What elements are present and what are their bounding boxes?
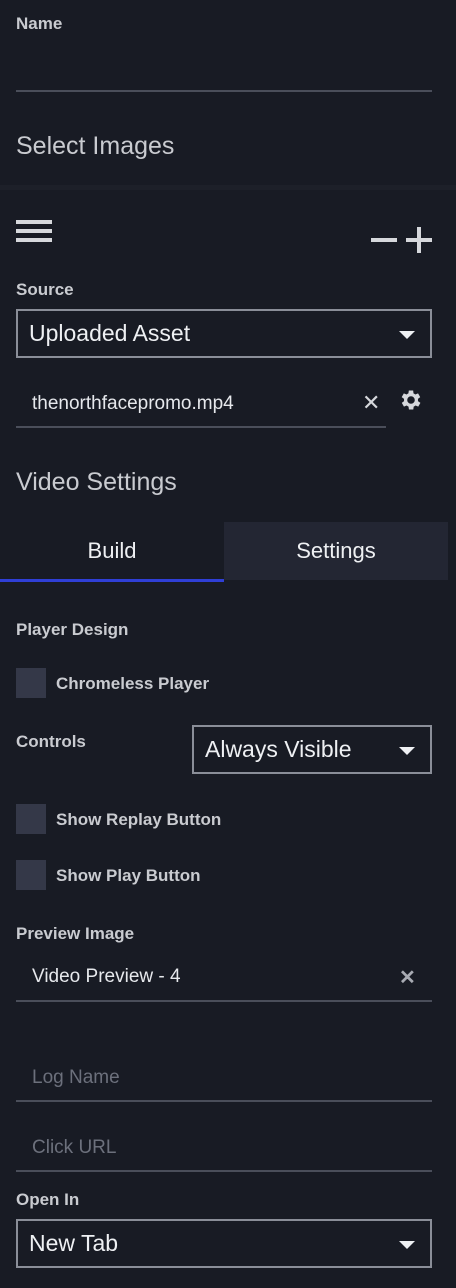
video-settings-title: Video Settings [16,468,177,496]
open-in-select[interactable]: New Tab [16,1219,432,1268]
tab-settings[interactable]: Settings [224,522,448,580]
close-icon[interactable]: ✕ [399,965,416,990]
close-icon[interactable]: ✕ [362,390,380,416]
open-in-selected-value: New Tab [29,1230,119,1256]
log-name-placeholder: Log Name [32,1067,120,1088]
controls-selected-value: Always Visible [205,736,352,762]
open-in-label: Open In [16,1190,80,1209]
log-name-input[interactable]: Log Name [16,1054,432,1102]
controls-select[interactable]: Always Visible [192,725,432,774]
hamburger-icon[interactable] [16,220,52,244]
preview-image-label: Preview Image [16,924,135,943]
click-url-input[interactable]: Click URL [16,1124,432,1172]
select-images-title: Select Images [16,132,175,160]
chromeless-label: Chromeless Player [56,674,210,693]
chevron-down-icon [399,746,415,755]
tab-settings-label: Settings [296,538,376,563]
click-url-placeholder: Click URL [32,1137,117,1158]
player-design-label: Player Design [16,620,129,639]
replay-checkbox[interactable] [16,804,46,834]
gear-icon[interactable] [398,387,424,413]
minus-icon[interactable] [371,227,397,253]
section-divider [0,185,456,190]
name-input[interactable] [16,40,432,92]
asset-filename: thenorthfacepromo.mp4 [32,393,234,414]
source-label: Source [16,280,74,299]
controls-label: Controls [16,732,86,751]
play-checkbox[interactable] [16,860,46,890]
tab-build-label: Build [87,537,137,563]
chromeless-checkbox[interactable] [16,668,46,698]
source-selected-value: Uploaded Asset [29,320,191,346]
asset-field: thenorthfacepromo.mp4 ✕ [16,380,386,428]
plus-icon[interactable] [406,227,432,253]
source-select[interactable]: Uploaded Asset [16,309,432,358]
name-label: Name [16,14,63,33]
chevron-down-icon [399,1240,415,1249]
chevron-down-icon [399,330,415,339]
preview-image-value: Video Preview - 4 [32,966,181,987]
tab-build[interactable]: Build [0,522,224,582]
preview-image-field[interactable]: Video Preview - 4 ✕ [16,954,432,1002]
play-label: Show Play Button [56,866,201,885]
replay-label: Show Replay Button [56,810,222,829]
